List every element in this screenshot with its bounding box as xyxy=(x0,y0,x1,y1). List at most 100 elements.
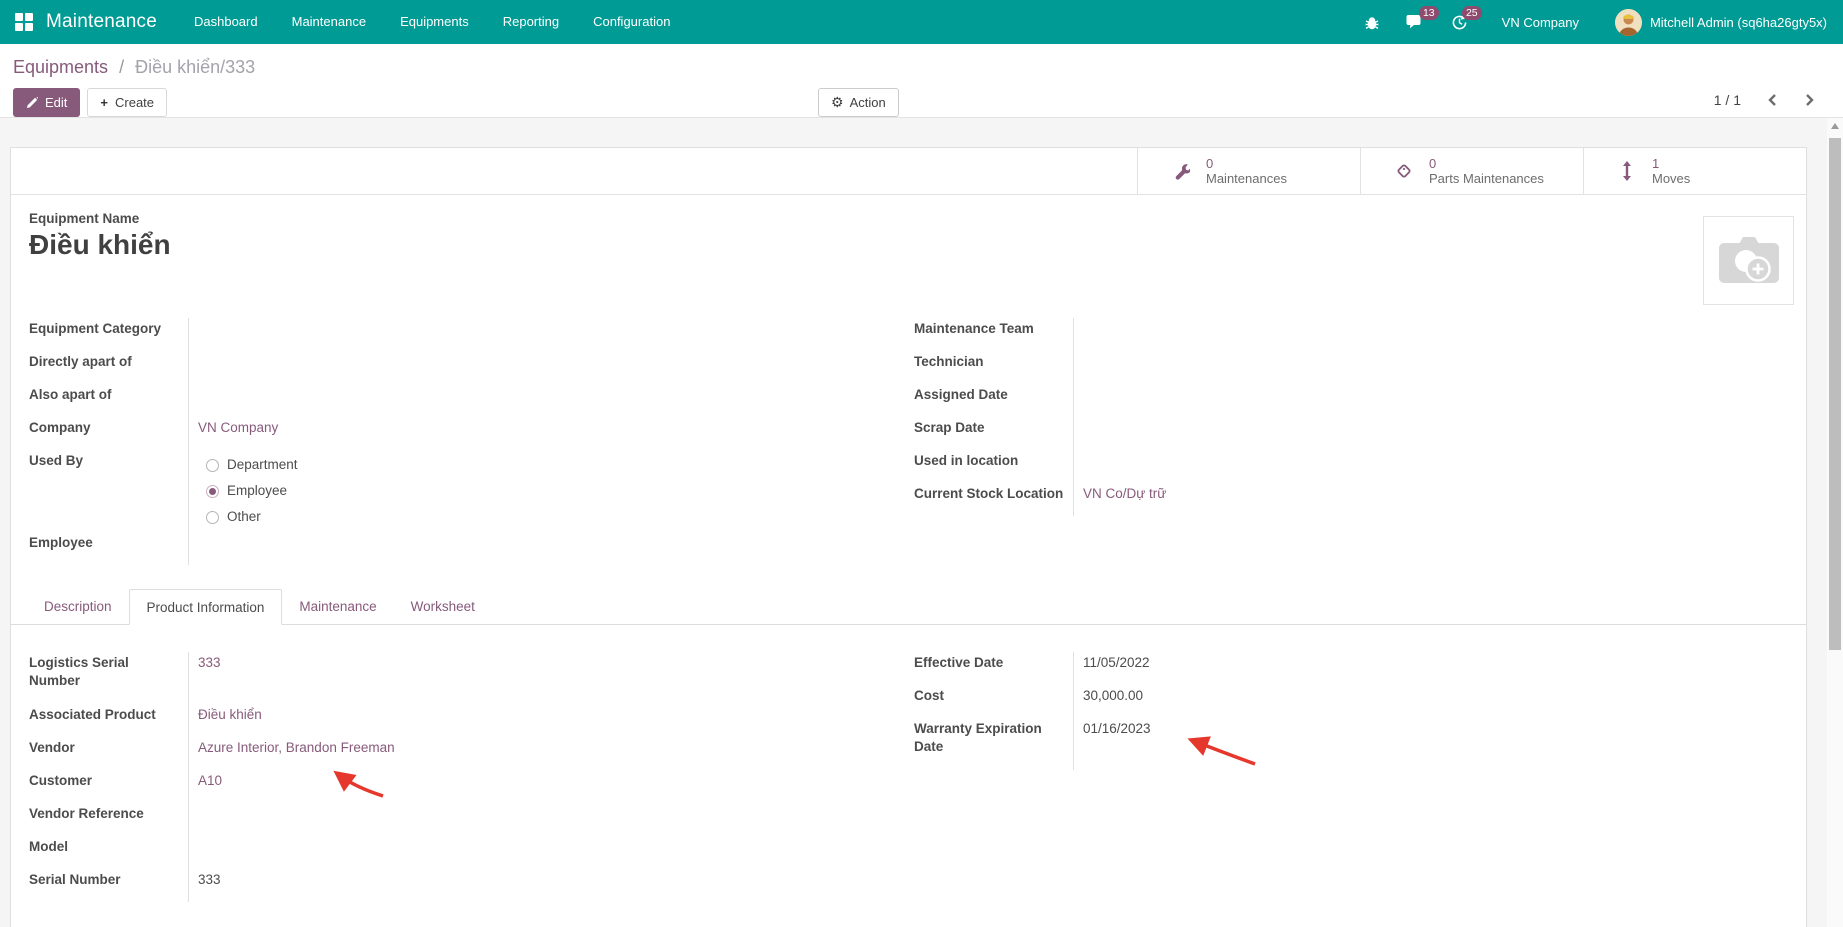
used-in-location-label: Used in location xyxy=(914,452,1018,470)
field-model: Model xyxy=(29,836,896,869)
field-vendor: Vendor Azure Interior, Brandon Freeman xyxy=(29,737,896,770)
vendor-reference-label: Vendor Reference xyxy=(29,805,144,823)
customer-value-link[interactable]: A10 xyxy=(189,770,222,792)
serial-number-value[interactable]: 333 xyxy=(189,869,221,891)
used-in-location-value[interactable] xyxy=(1074,450,1083,454)
equipment-name: Điều khiển xyxy=(29,229,171,261)
breadcrumb: Equipments / Điều khiển/333 xyxy=(0,44,1843,78)
action-button[interactable]: ⚙ Action xyxy=(818,88,899,117)
field-warranty-expiration-date: Warranty Expiration Date 01/16/2023 xyxy=(914,718,1788,770)
warranty-expiration-value[interactable]: 01/16/2023 xyxy=(1074,718,1151,740)
parts-maintenances-count: 0 xyxy=(1429,156,1544,171)
directly-apart-value[interactable] xyxy=(189,351,198,355)
radio-employee-circle[interactable] xyxy=(206,485,219,498)
effective-date-label: Effective Date xyxy=(914,654,1003,672)
assigned-date-value[interactable] xyxy=(1074,384,1083,388)
menu-reporting[interactable]: Reporting xyxy=(486,0,576,44)
tab-worksheet[interactable]: Worksheet xyxy=(394,589,492,624)
logistics-serial-value-link[interactable]: 333 xyxy=(189,652,221,674)
messages-icon[interactable]: 13 xyxy=(1406,14,1425,31)
also-apart-label: Also apart of xyxy=(29,386,112,404)
equipment-image-uploader[interactable] xyxy=(1703,216,1794,305)
pager-counter: 1 / 1 xyxy=(1714,92,1741,108)
associated-product-value-link[interactable]: Điều khiển xyxy=(189,704,262,726)
field-used-in-location: Used in location xyxy=(914,450,1788,483)
scrap-date-value[interactable] xyxy=(1074,417,1083,421)
stat-button-maintenances[interactable]: 0 Maintenances xyxy=(1137,148,1360,194)
menu-maintenance[interactable]: Maintenance xyxy=(275,0,383,44)
company-value-link[interactable]: VN Company xyxy=(189,417,278,439)
field-current-stock-location: Current Stock Location VN Co/Dự trữ xyxy=(914,483,1788,516)
technician-value[interactable] xyxy=(1074,351,1083,355)
maintenances-count: 0 xyxy=(1206,156,1287,171)
pager-next-icon[interactable] xyxy=(1804,93,1815,107)
breadcrumb-separator: / xyxy=(119,57,124,77)
activities-icon[interactable]: 25 xyxy=(1451,14,1468,31)
vendor-value-link[interactable]: Azure Interior, Brandon Freeman xyxy=(189,737,395,759)
general-left-column: Equipment Category Directly apart of Als… xyxy=(29,318,896,565)
associated-product-label: Associated Product xyxy=(29,706,156,724)
parts-maintenances-label: Parts Maintenances xyxy=(1429,171,1544,186)
vertical-scrollbar[interactable] xyxy=(1827,118,1843,927)
menu-dashboard[interactable]: Dashboard xyxy=(177,0,275,44)
breadcrumb-current: Điều khiển/333 xyxy=(135,57,255,77)
tab-maintenance[interactable]: Maintenance xyxy=(282,589,393,624)
model-value[interactable] xyxy=(189,836,198,840)
plus-icon: + xyxy=(100,95,108,110)
vendor-label: Vendor xyxy=(29,739,75,757)
app-title[interactable]: Maintenance xyxy=(46,11,157,33)
stat-button-parts-maintenances[interactable]: 0 Parts Maintenances xyxy=(1360,148,1583,194)
control-panel: Equipments / Điều khiển/333 Edit + Creat… xyxy=(0,44,1843,118)
field-employee: Employee xyxy=(29,532,896,565)
tab-product-information[interactable]: Product Information xyxy=(129,589,283,625)
edit-button[interactable]: Edit xyxy=(13,88,80,117)
radio-employee[interactable]: Employee xyxy=(198,478,298,504)
used-by-label: Used By xyxy=(29,452,83,470)
cost-value[interactable]: 30,000.00 xyxy=(1074,685,1143,707)
apps-menu-icon[interactable] xyxy=(15,13,33,31)
effective-date-value[interactable]: 11/05/2022 xyxy=(1074,652,1150,674)
camera-plus-icon xyxy=(1717,234,1781,288)
general-info-grid: Equipment Category Directly apart of Als… xyxy=(29,318,1788,565)
radio-other-circle[interactable] xyxy=(206,511,219,524)
field-assigned-date: Assigned Date xyxy=(914,384,1788,417)
employee-value[interactable] xyxy=(189,532,198,536)
pager: 1 / 1 xyxy=(1714,92,1815,108)
bug-icon[interactable] xyxy=(1364,14,1380,31)
topbar-right: 13 25 VN Company Mitchell Admin (sq6ha26… xyxy=(1338,9,1843,36)
tab-bar: Description Product Information Maintena… xyxy=(11,589,1806,625)
radio-other[interactable]: Other xyxy=(198,504,298,530)
create-button[interactable]: + Create xyxy=(87,88,167,117)
radio-department-circle[interactable] xyxy=(206,459,219,472)
pencil-icon xyxy=(26,97,38,109)
cost-label: Cost xyxy=(914,687,944,705)
title-block: Equipment Name Điều khiển xyxy=(29,211,171,261)
moves-label: Moves xyxy=(1652,171,1690,186)
equipment-category-label: Equipment Category xyxy=(29,320,161,338)
menu-equipments[interactable]: Equipments xyxy=(383,0,486,44)
radio-other-label: Other xyxy=(227,508,261,526)
user-menu[interactable]: Mitchell Admin (sq6ha26gty5x) xyxy=(1650,15,1827,30)
company-switcher[interactable]: VN Company xyxy=(1502,15,1579,30)
pager-previous-icon[interactable] xyxy=(1767,93,1778,107)
maintenance-team-label: Maintenance Team xyxy=(914,320,1034,338)
maintenances-label: Maintenances xyxy=(1206,171,1287,186)
tab-description[interactable]: Description xyxy=(27,589,129,624)
maintenance-team-value[interactable] xyxy=(1074,318,1083,322)
also-apart-value[interactable] xyxy=(189,384,198,388)
vendor-reference-value[interactable] xyxy=(189,803,198,807)
equipment-name-label: Equipment Name xyxy=(29,211,171,226)
radio-department[interactable]: Department xyxy=(198,452,298,478)
scrollbar-thumb[interactable] xyxy=(1829,138,1841,650)
equipment-category-value[interactable] xyxy=(189,318,198,322)
control-panel-buttons: Edit + Create xyxy=(13,88,167,117)
user-avatar[interactable] xyxy=(1615,9,1642,36)
company-label: Company xyxy=(29,419,91,437)
scrollbar-up-icon[interactable] xyxy=(1827,118,1843,134)
breadcrumb-equipments[interactable]: Equipments xyxy=(13,57,108,77)
menu-configuration[interactable]: Configuration xyxy=(576,0,687,44)
stat-button-moves[interactable]: 1 Moves xyxy=(1583,148,1806,194)
field-logistics-serial-number: Logistics Serial Number 333 xyxy=(29,652,896,704)
radio-department-label: Department xyxy=(227,456,298,474)
current-stock-location-value-link[interactable]: VN Co/Dự trữ xyxy=(1074,483,1166,505)
